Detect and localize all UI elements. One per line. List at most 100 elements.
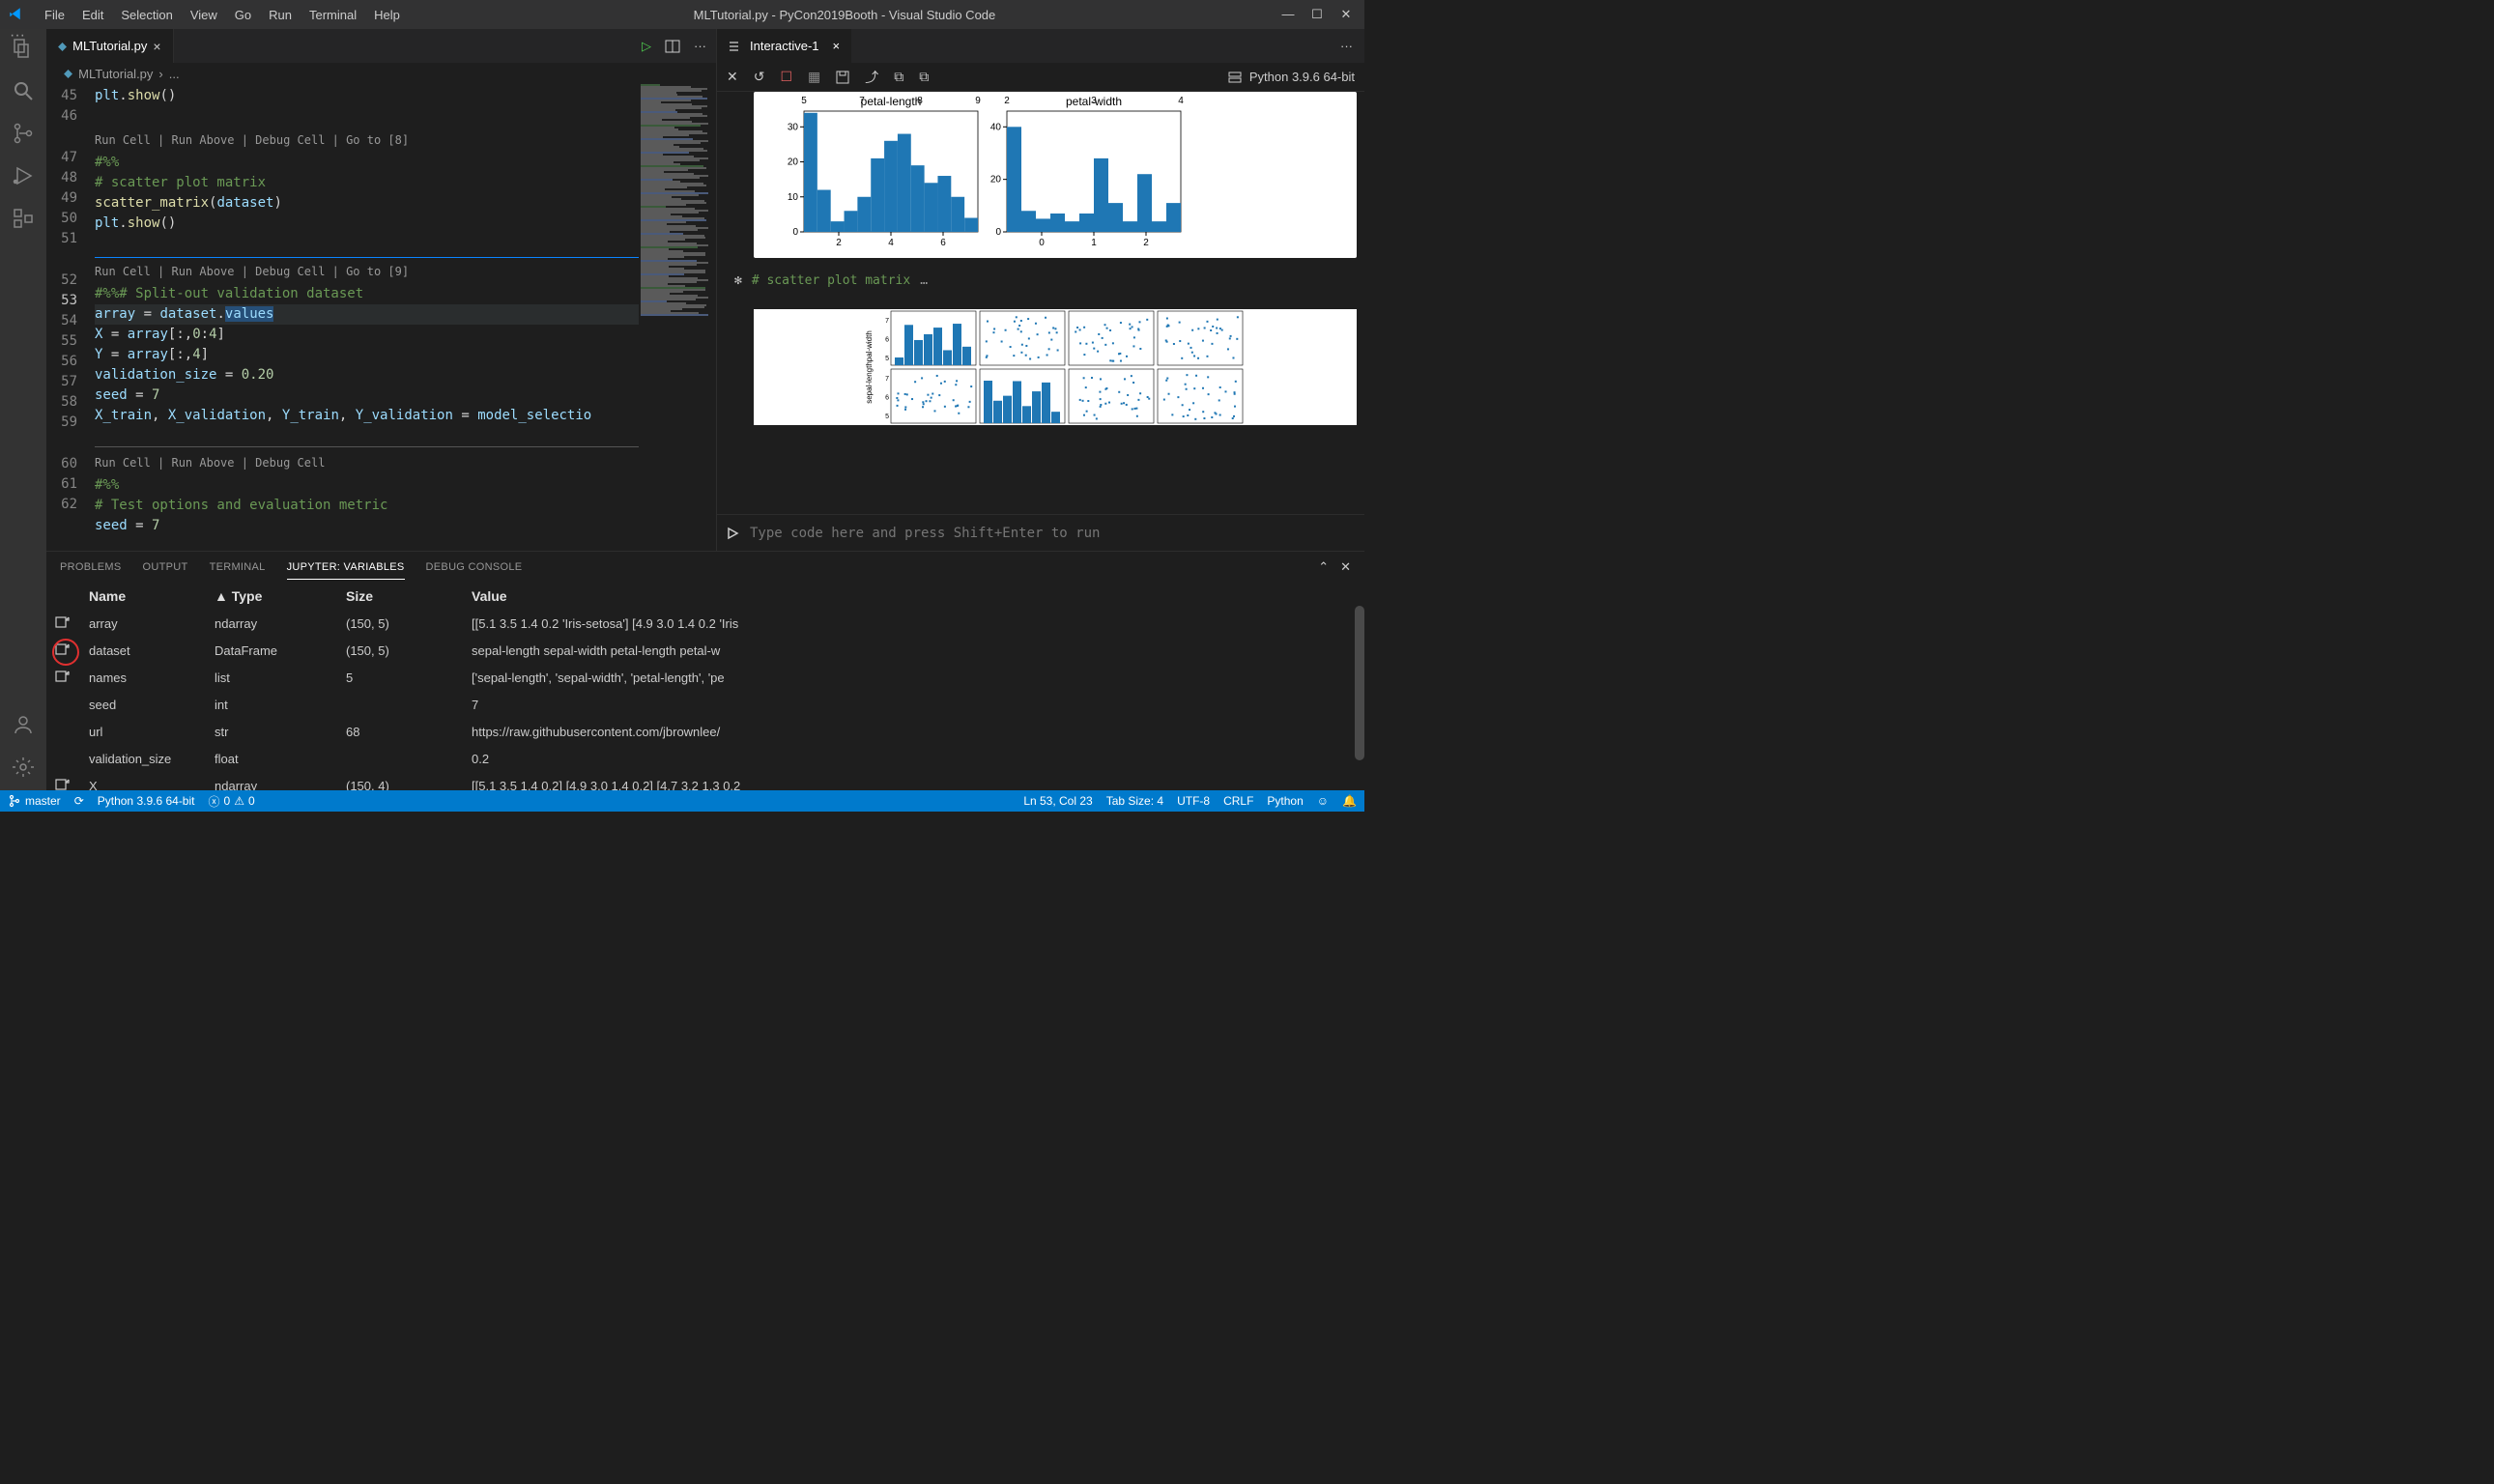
variable-name: validation_size [89, 752, 215, 766]
source-control-icon[interactable] [12, 122, 35, 145]
open-variable-icon[interactable] [54, 615, 89, 631]
more-actions-icon[interactable]: ··· [694, 39, 706, 54]
minimize-button[interactable]: — [1281, 7, 1295, 22]
export-icon[interactable]: ⤴ [865, 68, 878, 87]
run-debug-icon[interactable] [12, 164, 35, 187]
menu-selection[interactable]: Selection [113, 4, 180, 26]
kernel-label[interactable]: Python 3.9.6 64-bit [1249, 70, 1355, 84]
interactive-tab-label: Interactive-1 [750, 39, 819, 53]
svg-text:5: 5 [885, 356, 889, 362]
minimap[interactable] [639, 84, 716, 551]
svg-text:20: 20 [788, 157, 799, 168]
collapse-icon[interactable]: ⧉ [919, 69, 929, 85]
interrupt-icon[interactable]: ✕ [727, 69, 738, 85]
variable-value: [[5.1 3.5 1.4 0.2 'Iris-setosa'] [4.9 3.… [472, 616, 1357, 631]
panel-tab-output[interactable]: OUTPUT [143, 556, 188, 579]
variable-row[interactable]: urlstr68https://raw.githubusercontent.co… [46, 718, 1364, 745]
interactive-output[interactable]: petal-length57890102030246petal-width234… [717, 92, 1364, 514]
panel-tab-jupyter-variables[interactable]: JUPYTER: VARIABLES [287, 556, 405, 580]
variable-row[interactable]: datasetDataFrame(150, 5)sepal-length sep… [46, 637, 1364, 664]
vscode-logo-icon [8, 6, 25, 23]
cell-header-ellipsis: … [920, 273, 928, 288]
menu-run[interactable]: Run [261, 4, 300, 26]
close-window-button[interactable]: ✕ [1339, 7, 1353, 22]
svg-text:5: 5 [885, 414, 889, 420]
status-notifications[interactable]: 🔔 [1342, 794, 1357, 808]
cell-header[interactable]: ✻ # scatter plot matrix … [725, 270, 1357, 292]
status-interpreter[interactable]: Python 3.9.6 64-bit [98, 794, 195, 808]
panel-maximize-icon[interactable]: ⌃ [1318, 559, 1329, 575]
account-icon[interactable] [12, 713, 35, 736]
status-language[interactable]: Python [1267, 794, 1303, 808]
col-value[interactable]: Value [472, 588, 1357, 604]
panel-tab-terminal[interactable]: TERMINAL [210, 556, 266, 579]
col-name[interactable]: Name [89, 588, 215, 604]
status-feedback[interactable]: ☺ [1317, 794, 1329, 808]
variables-icon[interactable]: ▦ [808, 69, 820, 85]
scatter-matrix-output: sepal-lengthpal-width567567 [754, 309, 1357, 425]
scrollbar-thumb[interactable] [1355, 606, 1364, 760]
menu-go[interactable]: Go [227, 4, 259, 26]
open-variable-icon[interactable] [54, 778, 89, 790]
extensions-icon[interactable] [12, 207, 35, 230]
split-editor-icon[interactable] [665, 39, 680, 54]
panel-tab-debug-console[interactable]: DEBUG CONSOLE [426, 556, 523, 579]
variable-name: seed [89, 698, 215, 712]
svg-text:0: 0 [1039, 238, 1045, 248]
search-icon[interactable] [12, 79, 35, 102]
tab-mltutorial[interactable]: ⬥ MLTutorial.py × [46, 29, 174, 63]
status-cursor[interactable]: Ln 53, Col 23 [1023, 794, 1092, 808]
python-file-icon: ⬥ [64, 66, 72, 81]
tab-interactive[interactable]: Interactive-1 × [717, 29, 851, 63]
col-size[interactable]: Size [346, 588, 472, 604]
variable-type: str [215, 725, 346, 739]
editor-pane: ⬥ MLTutorial.py × ▷ ··· ⬥ MLTutorial.py [46, 29, 717, 551]
histogram-output: petal-length57890102030246petal-width234… [754, 92, 1357, 258]
svg-text:7: 7 [859, 96, 865, 106]
status-encoding[interactable]: UTF-8 [1177, 794, 1210, 808]
breadcrumb[interactable]: ⬥ MLTutorial.py › ... [46, 63, 716, 84]
close-interactive-icon[interactable]: × [833, 39, 841, 53]
status-sync[interactable]: ⟳ [74, 794, 84, 808]
restart-icon[interactable]: ↺ [754, 69, 765, 85]
editor-tabs: ⬥ MLTutorial.py × ▷ ··· [46, 29, 716, 63]
variable-row[interactable]: nameslist5['sepal-length', 'sepal-width'… [46, 664, 1364, 691]
stop-icon[interactable]: ☐ [780, 69, 792, 85]
line-gutter: 454647484950515253545556575859606162 [46, 84, 95, 551]
breadcrumb-separator: › [158, 67, 162, 81]
svg-text:7: 7 [885, 376, 889, 383]
status-tabsize[interactable]: Tab Size: 4 [1106, 794, 1163, 808]
expand-icon[interactable]: ⧉ [894, 69, 903, 85]
menu-terminal[interactable]: Terminal [301, 4, 364, 26]
panel-close-icon[interactable]: ✕ [1340, 559, 1351, 575]
status-errors[interactable]: ⓧ 0 ⚠ 0 [208, 793, 254, 810]
status-eol[interactable]: CRLF [1223, 794, 1253, 808]
variable-row[interactable]: seedint7 [46, 691, 1364, 718]
panel-scrollbar[interactable] [1355, 583, 1364, 790]
save-icon[interactable] [836, 71, 849, 84]
open-variable-icon[interactable] [54, 642, 89, 658]
run-input-icon[interactable] [725, 526, 740, 541]
code-area[interactable]: plt.show()Run Cell | Run Above | Debug C… [95, 84, 639, 551]
interactive-more-icon[interactable]: ··· [1340, 39, 1364, 53]
settings-gear-icon[interactable] [12, 756, 35, 779]
menu-edit[interactable]: Edit [74, 4, 111, 26]
maximize-button[interactable]: ☐ [1310, 7, 1324, 22]
variable-row[interactable]: arrayndarray(150, 5)[[5.1 3.5 1.4 0.2 'I… [46, 610, 1364, 637]
variable-row[interactable]: validation_sizefloat0.2 [46, 745, 1364, 772]
svg-text:20: 20 [990, 175, 1002, 186]
close-tab-icon[interactable]: × [153, 39, 160, 54]
interactive-toolbar: ✕ ↺ ☐ ▦ ⤴ ⧉ ⧉ Python 3.9.6 64-bit [717, 63, 1364, 92]
col-type[interactable]: ▲ Type [215, 588, 346, 604]
menu-help[interactable]: Help [366, 4, 408, 26]
run-python-icon[interactable]: ▷ [642, 39, 651, 54]
variable-row[interactable]: Xndarray(150, 4)[[5.1 3.5 1.4 0.2] [4.9 … [46, 772, 1364, 790]
menu-view[interactable]: View [183, 4, 225, 26]
status-branch[interactable]: master [8, 794, 61, 808]
interactive-input[interactable] [750, 526, 1357, 541]
open-variable-icon[interactable] [54, 670, 89, 685]
panel-tab-problems[interactable]: PROBLEMS [60, 556, 122, 579]
menu-file[interactable]: File [37, 4, 72, 26]
titlebar: File Edit Selection View Go Run Terminal… [0, 0, 1364, 29]
editor-body[interactable]: 454647484950515253545556575859606162 plt… [46, 84, 716, 551]
